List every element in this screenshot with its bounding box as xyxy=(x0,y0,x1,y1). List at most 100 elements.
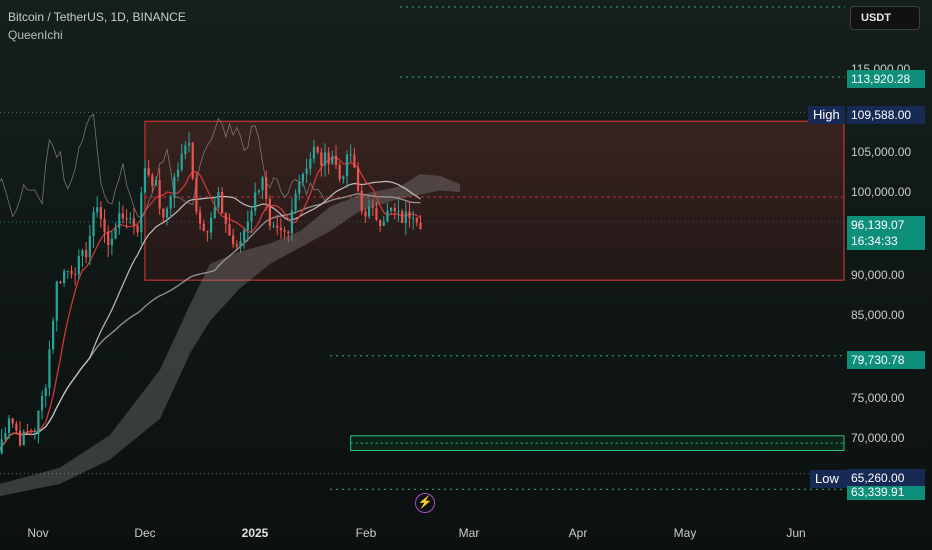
candle-body xyxy=(22,431,25,446)
candle-body xyxy=(342,176,345,180)
candle-body xyxy=(393,207,396,212)
candle-body xyxy=(209,217,213,233)
candle-body xyxy=(265,177,268,199)
candle-body xyxy=(96,207,99,213)
candle-body xyxy=(195,178,198,212)
time-label-feb: Feb xyxy=(355,526,377,540)
candle-body xyxy=(136,225,139,233)
candle-body xyxy=(382,221,385,227)
candle-body xyxy=(173,176,176,198)
candle-body xyxy=(52,320,55,350)
candle-body xyxy=(301,173,305,182)
candle-body xyxy=(121,213,125,219)
candle-body xyxy=(320,152,323,166)
candle-body xyxy=(268,198,271,226)
price-label-70000: 70,000.00 xyxy=(851,431,905,445)
candle-body xyxy=(386,210,389,222)
time-label-apr: Apr xyxy=(568,526,588,540)
candle-body xyxy=(298,181,301,194)
candle-body xyxy=(198,211,202,224)
candle-body xyxy=(74,274,77,276)
candle-body xyxy=(305,168,308,174)
candle-body xyxy=(360,190,363,212)
candle-body xyxy=(55,281,58,321)
level-label-113920: 113,920.28 xyxy=(847,70,925,88)
candle-body xyxy=(154,180,158,186)
candle-body xyxy=(202,223,205,232)
candle-body xyxy=(261,177,264,191)
time-label-2025: 2025 xyxy=(241,526,269,540)
candle-body xyxy=(224,213,227,225)
candle-body xyxy=(158,180,161,209)
candle-body xyxy=(125,218,128,220)
range-box-group xyxy=(144,120,845,451)
candle-body xyxy=(77,256,80,275)
candle-body xyxy=(129,218,132,220)
candle-body xyxy=(180,154,183,170)
candle-body xyxy=(165,208,169,218)
candle-body xyxy=(294,193,297,211)
candle-body xyxy=(378,219,382,227)
price-label-75000: 75,000.00 xyxy=(851,391,905,405)
high-value-label: 109,588.00 xyxy=(847,106,925,124)
candle-body xyxy=(401,210,404,223)
candle-body xyxy=(309,158,312,169)
candle-body xyxy=(419,222,422,229)
price-chart[interactable] xyxy=(0,0,932,550)
chart-window: { "header": { "title": "Bitcoin / Tether… xyxy=(0,0,932,550)
candle-body xyxy=(143,168,147,193)
candle-body xyxy=(408,211,411,219)
candle-body xyxy=(254,192,257,211)
candle-body xyxy=(323,152,327,166)
price-label-100000: 100,000.00 xyxy=(851,185,912,199)
candle-body xyxy=(367,206,371,217)
candle-body xyxy=(349,154,352,156)
candle-body xyxy=(15,423,18,431)
candle-body xyxy=(228,224,231,236)
candle-body xyxy=(345,154,349,177)
candle-body xyxy=(334,155,338,165)
candle-body xyxy=(7,418,11,434)
low-value-label: 65,260.00 xyxy=(847,469,925,487)
candle-body xyxy=(33,434,36,436)
level-label-79730: 79,730.78 xyxy=(847,351,925,369)
candle-body xyxy=(169,197,172,209)
candle-body xyxy=(63,271,66,284)
candle-body xyxy=(132,218,136,226)
candle-body xyxy=(44,388,47,397)
candle-body xyxy=(88,236,91,258)
time-label-may: May xyxy=(673,526,697,540)
candle-body xyxy=(246,221,249,231)
candle-body xyxy=(176,169,180,177)
lightning-icon[interactable]: ⚡ xyxy=(415,493,435,513)
candle-body xyxy=(364,211,367,217)
candle-body xyxy=(59,281,62,284)
candle-body xyxy=(0,439,3,454)
time-label-nov: Nov xyxy=(27,526,49,540)
candle-body xyxy=(151,175,154,186)
currency-button[interactable]: USDT xyxy=(850,6,920,30)
candle-body xyxy=(187,142,191,146)
candle-body xyxy=(147,168,150,176)
last-price-value: 96,139.07 xyxy=(851,218,905,232)
candle-body xyxy=(287,231,290,234)
candle-body xyxy=(353,154,356,168)
time-label-jun: Jun xyxy=(786,526,806,540)
candle-body xyxy=(239,241,242,247)
candle-body xyxy=(312,147,316,159)
candle-body xyxy=(4,433,7,440)
price-label-85000: 85,000.00 xyxy=(851,308,905,322)
indicator-name[interactable]: QueenIchi xyxy=(8,28,63,42)
candle-body xyxy=(206,231,209,233)
chart-title: Bitcoin / TetherUS, 1D, BINANCE xyxy=(8,10,186,24)
candle-body xyxy=(110,238,113,246)
candle-body xyxy=(375,207,378,220)
candle-body xyxy=(390,207,393,211)
candle-body xyxy=(18,430,22,446)
candle-body xyxy=(415,217,418,223)
candle-body xyxy=(85,250,88,258)
candle-body xyxy=(356,167,360,191)
candle-body xyxy=(279,227,282,231)
candle-body xyxy=(213,207,216,218)
level-label-63339: 63,339.91 xyxy=(847,486,925,500)
